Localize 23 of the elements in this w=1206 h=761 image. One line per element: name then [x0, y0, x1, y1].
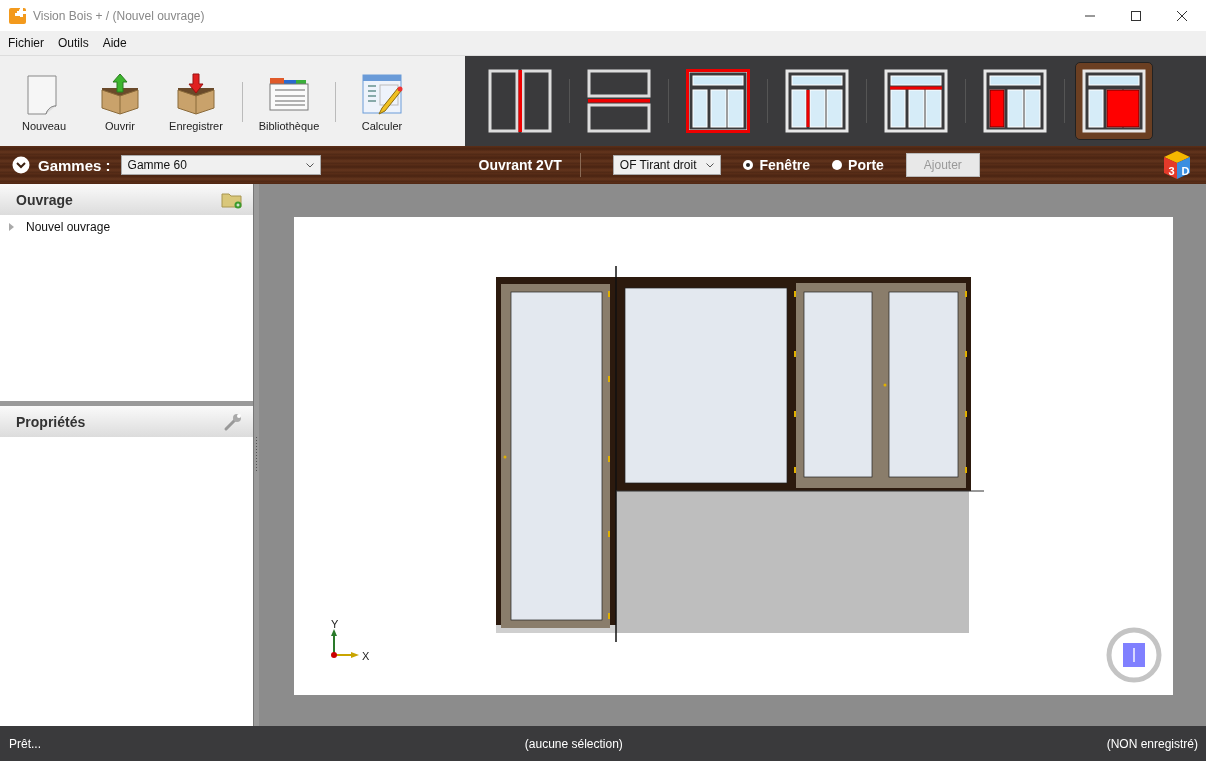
toolbar-button[interactable]: Enregistrer	[158, 72, 234, 132]
axis-label: X	[362, 650, 370, 662]
range-label: Gammes :	[38, 156, 111, 174]
toolbar-button[interactable]: Calculer	[344, 72, 420, 132]
toolbar-button[interactable]: Nouveau	[6, 72, 82, 132]
menu-item[interactable]: Fichier	[8, 36, 44, 50]
type-radio[interactable]: Porte	[832, 157, 884, 173]
tree-item[interactable]: Nouvel ouvrage	[26, 220, 111, 234]
panel-title: Propriétés	[16, 413, 86, 430]
menu-item[interactable]: Aide	[102, 36, 127, 50]
menu-item[interactable]: Outils	[58, 36, 89, 50]
range-dropdown[interactable]: Gamme 60	[120, 155, 321, 175]
toolbar-button[interactable]: Bibliothèque	[251, 72, 327, 132]
axis-label: Y	[331, 618, 339, 630]
opening-dropdown[interactable]: OF Tirant droit	[612, 155, 722, 175]
panel-title: Ouvrage	[16, 191, 73, 208]
save-status: (NON enregistré)	[1106, 736, 1198, 751]
selection-status: (aucune sélection)	[524, 736, 623, 751]
opening-title: Ouvrant 2VT	[478, 157, 562, 173]
status-text: Prêt...	[9, 736, 41, 751]
toolbar-button[interactable]: Ouvrir	[82, 72, 158, 132]
type-radio[interactable]: Fenêtre	[743, 157, 811, 173]
window-title: Vision Bois + / (Nouvel ouvrage)	[33, 8, 205, 23]
